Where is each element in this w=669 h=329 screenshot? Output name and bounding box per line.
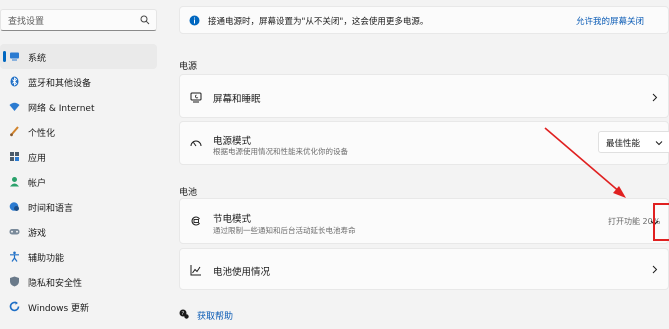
battery-saver-title: 节电模式 xyxy=(213,214,252,225)
banner-text: 接通电源时，屏幕设置为"从不关闭"，这会使用更多电源。 xyxy=(208,17,429,27)
gauge-icon xyxy=(190,140,202,147)
screen-sleep-icon xyxy=(190,92,202,103)
sidebar-item-label: 时间和语言 xyxy=(28,204,74,214)
help-icon: ? xyxy=(179,309,189,319)
power-mode-subtitle: 根据电源使用情况和性能来优化你的设备 xyxy=(213,147,348,156)
power-mode-title: 电源模式 xyxy=(213,136,252,147)
sidebar-item-label: 游戏 xyxy=(28,229,47,239)
sidebar-item-bluetooth[interactable]: 蓝牙和其他设备 xyxy=(0,69,157,94)
section-title-battery: 电池 xyxy=(179,188,198,198)
sidebar-item-apps[interactable]: 应用 xyxy=(0,144,157,169)
gamepad-icon xyxy=(9,226,20,237)
sidebar-item-personalization[interactable]: 个性化 xyxy=(0,119,157,144)
sidebar-item-windows-update[interactable]: Windows 更新 xyxy=(0,294,157,319)
accessibility-icon xyxy=(9,251,20,262)
sidebar-item-accounts[interactable]: 帐户 xyxy=(0,169,157,194)
power-mode-dropdown[interactable]: 最佳性能 xyxy=(598,131,669,153)
sidebar-item-gaming[interactable]: 游戏 xyxy=(0,219,157,244)
screen-sleep-title: 屏幕和睡眠 xyxy=(213,94,261,105)
get-help-label: 获取帮助 xyxy=(197,312,234,322)
sidebar-item-privacy[interactable]: 隐私和安全性 xyxy=(0,269,157,294)
power-mode-card: 电源模式 根据电源使用情况和性能来优化你的设备 最佳性能 xyxy=(179,121,669,165)
screen-sleep-card[interactable]: 屏幕和睡眠 xyxy=(179,74,669,118)
battery-saver-subtitle: 通过限制一些通知和后台活动延长电池寿命 xyxy=(213,226,356,235)
sidebar-item-network[interactable]: 网络 & Internet xyxy=(0,94,157,119)
battery-saver-card[interactable]: 节电模式 通过限制一些通知和后台活动延长电池寿命 打开功能 20% xyxy=(179,198,669,244)
svg-text:?: ? xyxy=(182,311,185,317)
bluetooth-icon xyxy=(9,76,20,87)
account-icon xyxy=(9,176,20,187)
info-banner: 接通电源时，屏幕设置为"从不关闭"，这会使用更多电源。 允许我的屏幕关闭 xyxy=(179,6,669,34)
chevron-right-icon[interactable] xyxy=(650,265,659,274)
battery-saver-icon xyxy=(191,216,200,226)
search-box[interactable]: 查找设置 xyxy=(0,9,157,31)
main-content: 接通电源时，屏幕设置为"从不关闭"，这会使用更多电源。 允许我的屏幕关闭 电源 … xyxy=(165,0,669,329)
sidebar-item-label: Windows 更新 xyxy=(28,304,90,314)
battery-usage-title: 电池使用情况 xyxy=(213,267,271,278)
allow-screen-off-link[interactable]: 允许我的屏幕关闭 xyxy=(576,15,644,27)
sidebar-item-time-language[interactable]: 时间和语言 xyxy=(0,194,157,219)
chart-line-icon xyxy=(190,265,201,276)
windows-update-icon xyxy=(9,301,20,312)
sidebar-item-label: 应用 xyxy=(28,154,47,164)
globe-clock-icon xyxy=(9,201,20,212)
sidebar-item-label: 系统 xyxy=(28,54,47,64)
display-icon xyxy=(9,51,20,62)
wifi-icon xyxy=(9,101,20,112)
search-icon[interactable] xyxy=(140,15,150,25)
sidebar-item-label: 蓝牙和其他设备 xyxy=(28,79,92,89)
sidebar-item-label: 网络 & Internet xyxy=(28,104,95,114)
sidebar-nav: 系统 蓝牙和其他设备 网络 & Internet 个性化 应用 帐户 时间和语言… xyxy=(0,44,165,319)
search-input[interactable]: 查找设置 xyxy=(8,14,44,27)
sidebar-item-label: 帐户 xyxy=(28,179,47,189)
battery-usage-card[interactable]: 电池使用情况 xyxy=(179,248,669,290)
sidebar-item-label: 个性化 xyxy=(28,129,56,139)
apps-icon xyxy=(9,151,20,162)
power-mode-value: 最佳性能 xyxy=(606,139,641,149)
annotation-highlight-box xyxy=(653,203,669,241)
section-title-power: 电源 xyxy=(179,62,198,72)
sidebar-item-accessibility[interactable]: 辅助功能 xyxy=(0,244,157,269)
sidebar-item-label: 隐私和安全性 xyxy=(28,279,83,289)
brush-icon xyxy=(9,126,20,137)
chevron-right-icon[interactable] xyxy=(650,93,659,102)
info-icon xyxy=(189,15,200,26)
chevron-down-icon xyxy=(655,141,663,146)
sidebar-item-system[interactable]: 系统 xyxy=(0,44,157,69)
sidebar: 查找设置 系统 蓝牙和其他设备 网络 & Internet 个性化 应用 帐户 … xyxy=(0,0,165,329)
shield-icon xyxy=(9,276,20,287)
sidebar-item-label: 辅助功能 xyxy=(28,254,65,264)
